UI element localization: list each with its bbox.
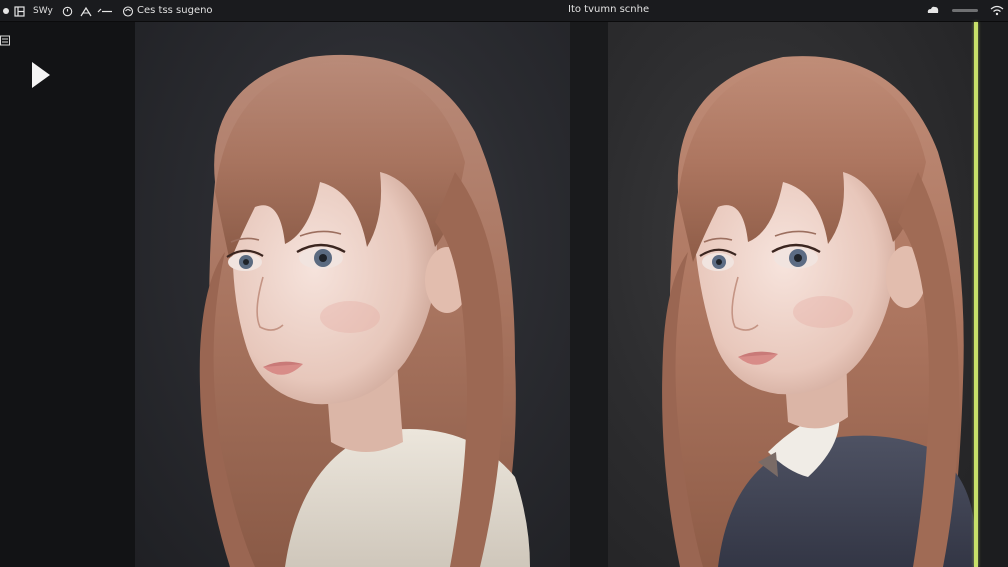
compare-slider-handle[interactable] [974,22,978,567]
tool-sidebar [0,22,135,567]
clock-icon[interactable] [62,4,73,18]
toolbar-right-group [926,3,1004,17]
window-title: Ito tvumn scnhe [568,4,650,15]
arrow-icon[interactable] [97,4,113,18]
play-button[interactable] [29,60,53,90]
output-view[interactable] [608,22,974,567]
eye-icon[interactable] [122,4,135,18]
layout-icon[interactable] [14,4,25,18]
right-panel-edge [978,22,1008,567]
wifi-icon[interactable] [990,3,1004,17]
pen-icon[interactable] [80,4,92,18]
cloud-icon[interactable] [926,3,940,17]
menu-icon[interactable] [0,32,12,46]
play-icon [32,62,50,88]
source-view[interactable] [135,22,570,567]
toolbar-label-2[interactable]: Ces tss sugeno [137,4,213,18]
toolbar-label-1[interactable]: SWy [33,4,53,18]
portrait-image-right [662,56,974,567]
viewer-divider [570,22,608,567]
volume-slider[interactable] [952,8,978,12]
top-toolbar: SWy Ces tss sugeno Ito tvumn scnhe [0,0,1008,22]
circle-dot-icon[interactable] [1,4,11,18]
portrait-image-left [199,54,530,567]
